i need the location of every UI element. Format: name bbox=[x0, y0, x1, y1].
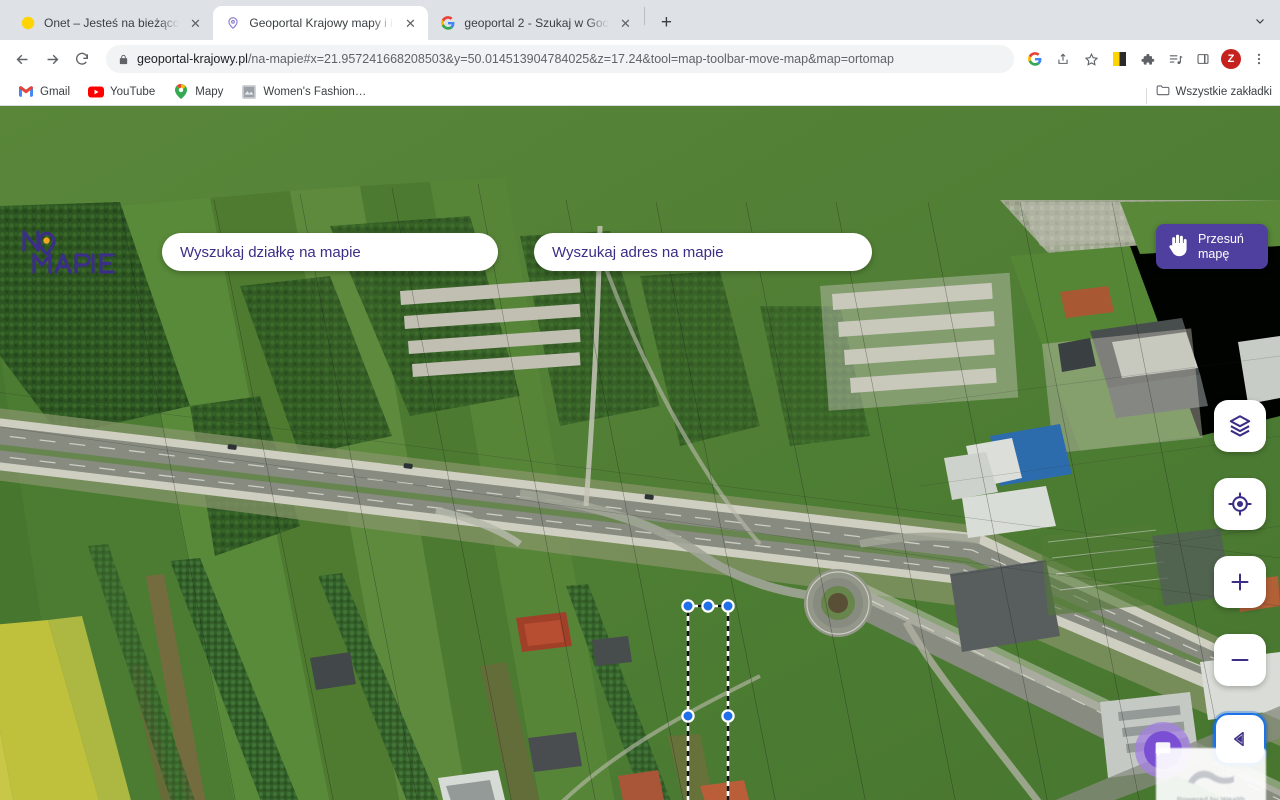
side-panel-icon[interactable] bbox=[1190, 46, 1216, 72]
tab-close-button[interactable]: ✕ bbox=[402, 15, 418, 31]
selected-parcel-polygon[interactable] bbox=[675, 593, 745, 800]
address-bar-url: geoportal-krajowy.pl/na-mapie#x=21.95724… bbox=[137, 52, 894, 66]
chevron-down-icon bbox=[1256, 19, 1264, 24]
extension-yellow-icon[interactable] bbox=[1106, 46, 1132, 72]
na-mapie-logo[interactable]: NA MAPIE bbox=[16, 228, 136, 278]
reload-icon bbox=[76, 52, 88, 65]
browser-tab-0[interactable]: Onet – Jesteś na bieżąco ✕ bbox=[8, 6, 213, 40]
map-viewport[interactable]: NA MAPIE Wyszukaj działkę na mapie Wyszu… bbox=[0, 106, 1280, 800]
bookmarks-bar: Gmail YouTube Mapy Women's Fashion… Wszy… bbox=[0, 78, 1280, 106]
url-host: geoportal-krajowy.pl bbox=[137, 52, 248, 66]
browser-window: Onet – Jesteś na bieżąco ✕ Geoportal Kra… bbox=[0, 0, 1280, 800]
onet-icon bbox=[20, 15, 36, 31]
all-bookmarks-label: Wszystkie zakładki bbox=[1175, 85, 1273, 98]
profile-avatar[interactable]: Z bbox=[1218, 46, 1244, 72]
forward-button[interactable] bbox=[38, 45, 66, 73]
map-watermark: Powered by Wealth bbox=[1156, 748, 1266, 800]
browser-tab-1[interactable]: Geoportal Krajowy mapy i info ✕ bbox=[213, 6, 429, 40]
arrow-right-icon bbox=[47, 54, 58, 64]
tab-title: Onet – Jesteś na bieżąco bbox=[44, 16, 180, 30]
bookmark-label: Gmail bbox=[40, 85, 71, 98]
lock-icon bbox=[119, 54, 128, 64]
triangle-left-icon bbox=[1234, 731, 1244, 747]
layers-button[interactable] bbox=[1214, 400, 1266, 452]
watermark-label: Powered by Wealth bbox=[1176, 795, 1246, 800]
zoom-out-button[interactable] bbox=[1214, 634, 1266, 686]
browser-toolbar: geoportal-krajowy.pl/na-mapie#x=21.95724… bbox=[0, 40, 1280, 78]
google-icon bbox=[440, 15, 456, 31]
bookmark-label: YouTube bbox=[110, 85, 156, 98]
tab-title: geoportal 2 - Szukaj w Google bbox=[464, 16, 610, 30]
extensions-puzzle-icon[interactable] bbox=[1134, 46, 1160, 72]
move-map-label-line1: Przesuń bbox=[1198, 232, 1244, 247]
share-icon[interactable] bbox=[1050, 46, 1076, 72]
bookmark-womens-fashion[interactable]: Women's Fashion… bbox=[233, 81, 374, 103]
reload-button[interactable] bbox=[68, 45, 96, 73]
search-address-placeholder: Wyszukaj adres na mapie bbox=[552, 243, 724, 261]
parcel-vertex-handle bbox=[681, 599, 695, 613]
bookmark-star-icon[interactable] bbox=[1078, 46, 1104, 72]
layers-icon bbox=[1229, 415, 1251, 437]
arrow-left-icon bbox=[16, 54, 27, 64]
move-map-label-line2: mapę bbox=[1198, 246, 1230, 261]
avatar-initial: Z bbox=[1221, 49, 1241, 69]
tab-strip: Onet – Jesteś na bieżąco ✕ Geoportal Kra… bbox=[0, 0, 1280, 40]
move-map-label: Przesuń mapę bbox=[1198, 232, 1256, 261]
watermark-logo-icon bbox=[1184, 764, 1238, 793]
bookmark-youtube[interactable]: YouTube bbox=[80, 81, 163, 103]
tab-close-button[interactable]: ✕ bbox=[187, 15, 203, 31]
minus-icon bbox=[1231, 659, 1249, 661]
bookmark-label: Women's Fashion… bbox=[263, 85, 367, 98]
browser-tab-2[interactable]: geoportal 2 - Szukaj w Google ✕ bbox=[428, 6, 643, 40]
reading-list-icon[interactable] bbox=[1162, 46, 1188, 72]
google-lens-icon[interactable] bbox=[1022, 46, 1048, 72]
tab-search-button[interactable] bbox=[1246, 7, 1274, 35]
bookmark-gmail[interactable]: Gmail bbox=[10, 81, 78, 103]
plus-icon bbox=[1231, 573, 1249, 591]
tab-title: Geoportal Krajowy mapy i info bbox=[249, 16, 395, 30]
generic-site-icon bbox=[241, 84, 257, 100]
folder-icon bbox=[1156, 84, 1170, 99]
map-pin-icon bbox=[225, 15, 241, 31]
toolbar-icon-group: Z bbox=[1022, 46, 1272, 72]
search-parcel-input[interactable]: Wyszukaj działkę na mapie bbox=[162, 233, 498, 271]
search-parcel-placeholder: Wyszukaj działkę na mapie bbox=[180, 243, 361, 261]
google-maps-icon bbox=[173, 84, 189, 100]
youtube-icon bbox=[88, 84, 105, 100]
bookmark-mapy[interactable]: Mapy bbox=[165, 81, 231, 103]
crosshair-target-icon bbox=[1228, 492, 1252, 516]
new-tab-button[interactable]: + bbox=[652, 9, 680, 37]
gmail-icon bbox=[18, 84, 34, 100]
parcel-vertex-handle bbox=[681, 709, 695, 723]
tab-divider bbox=[644, 7, 646, 25]
search-address-input[interactable]: Wyszukaj adres na mapie bbox=[534, 233, 872, 271]
address-bar[interactable]: geoportal-krajowy.pl/na-mapie#x=21.95724… bbox=[106, 45, 1014, 73]
bookmark-label: Mapy bbox=[195, 85, 224, 98]
parcel-vertex-handle bbox=[721, 599, 735, 613]
hand-icon bbox=[1166, 232, 1190, 261]
move-map-button[interactable]: Przesuń mapę bbox=[1156, 224, 1268, 270]
locate-button[interactable] bbox=[1214, 478, 1266, 530]
parcel-vertex-handle bbox=[701, 599, 715, 613]
three-dot-menu-icon[interactable] bbox=[1246, 46, 1272, 72]
zoom-in-button[interactable] bbox=[1214, 556, 1266, 608]
all-bookmarks-button[interactable]: Wszystkie zakładki bbox=[1145, 84, 1273, 104]
orthophoto-map-canvas bbox=[0, 106, 1280, 800]
back-button[interactable] bbox=[8, 45, 36, 73]
url-path: /na-mapie#x=21.957241668208503&y=50.0145… bbox=[247, 52, 894, 66]
parcel-vertex-handle bbox=[721, 709, 735, 723]
tab-close-button[interactable]: ✕ bbox=[617, 15, 633, 31]
